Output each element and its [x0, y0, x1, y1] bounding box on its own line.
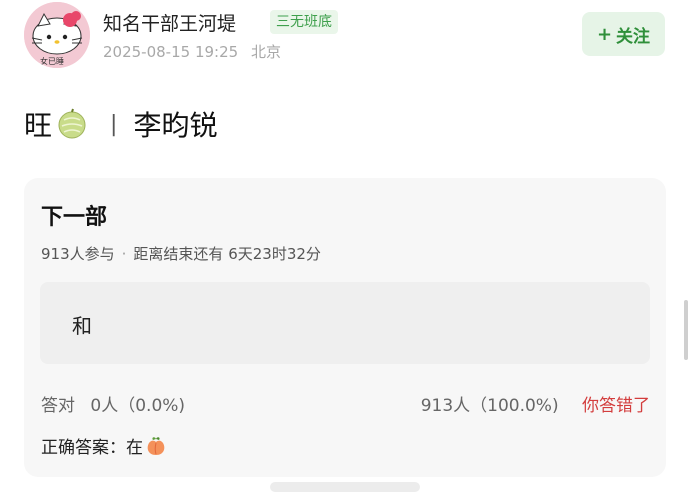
post-title: 旺 | 李昀锐: [24, 104, 217, 144]
wrong-answer-text: 你答错了: [582, 396, 650, 416]
vote-option-label: 和: [72, 314, 92, 338]
vote-remaining-time: 距离结束还有 6天23时32分: [133, 245, 321, 263]
vote-participants: 913人参与: [41, 245, 115, 263]
correct-stat: 0人（0.0%): [90, 396, 186, 416]
wrong-stat: 913人（100.0%): [420, 396, 559, 416]
separator-dot: ·: [121, 245, 127, 263]
blurred-content: [270, 482, 420, 492]
vote-option[interactable]: 和: [40, 282, 650, 364]
melon-emoji-icon: [58, 108, 86, 139]
plus-icon: +: [596, 23, 613, 45]
correct-result: 答对 0人（0.0%): [41, 391, 185, 416]
author-name[interactable]: 知名干部王河堤: [103, 9, 236, 36]
post-meta: 2025-08-15 19:25 北京: [103, 41, 281, 62]
correct-label: 答对: [41, 396, 75, 416]
correct-answer-label: 正确答案：在: [41, 438, 143, 458]
bottom-edge: [0, 480, 690, 495]
follow-button-label: 关注: [616, 26, 651, 47]
author-badge: 三无班底: [270, 10, 338, 34]
post-title-prefix: 旺: [24, 109, 53, 142]
post-title-suffix: 李昀锐: [133, 109, 218, 142]
avatar[interactable]: 女已睡: [24, 2, 90, 68]
wrong-result: 913人（100.0%) 你答错了: [421, 391, 650, 416]
post-location: 北京: [250, 43, 281, 61]
vote-card: 下一部 913人参与 · 距离结束还有 6天23时32分 和 答对 0人（0.0%)…: [24, 178, 666, 477]
peach-emoji-icon: [147, 436, 165, 455]
follow-button[interactable]: + 关注: [582, 12, 665, 56]
vote-stats: 913人参与 · 距离结束还有 6天23时32分: [41, 243, 321, 264]
scrollbar-thumb[interactable]: [684, 300, 688, 360]
post-timestamp: 2025-08-15 19:25: [103, 43, 239, 61]
title-separator: |: [110, 111, 118, 137]
vote-title: 下一部: [41, 205, 108, 230]
correct-answer: 正确答案：在: [41, 433, 167, 458]
avatar-caption: 女已睡: [40, 57, 64, 66]
